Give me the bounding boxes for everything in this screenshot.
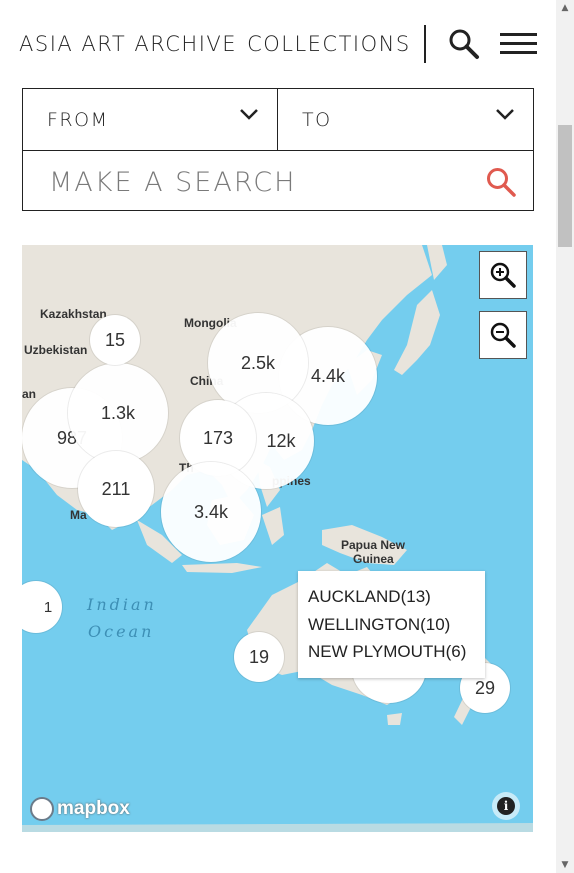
brand-logo[interactable]: ASIA ART ARCHIVE COLLECTIONS — [19, 32, 411, 56]
search-icon[interactable] — [448, 28, 480, 60]
cluster-count: 211 — [101, 478, 131, 499]
scroll-down-arrow-icon[interactable]: ▼ — [560, 860, 570, 870]
brand-secondary: COLLECTIONS — [247, 32, 411, 56]
cluster-count: 29 — [474, 677, 496, 698]
site-header: ASIA ART ARCHIVE COLLECTIONS — [0, 0, 556, 88]
cluster-count: 2.5k — [240, 352, 276, 373]
zoom-in-icon — [490, 262, 516, 288]
from-label: FROM — [47, 109, 109, 131]
zoom-out-button[interactable] — [479, 311, 527, 359]
hamburger-menu-icon[interactable] — [500, 33, 537, 55]
chevron-down-icon — [240, 109, 258, 120]
cluster-marker[interactable]: 19 — [234, 632, 284, 682]
cluster-count: 15 — [104, 329, 126, 350]
popup-row[interactable]: AUCKLAND(13) — [308, 583, 475, 611]
brand-primary: ASIA ART ARCHIVE — [19, 32, 238, 56]
place-label: Uzbekistan — [24, 343, 88, 357]
collection-map[interactable]: Kazakhstan Mongolia Uzbekistan China Pap… — [22, 245, 533, 832]
cluster-count: 1 — [43, 598, 53, 616]
page-scrollbar[interactable]: ▲ ▼ — [556, 0, 574, 873]
scrollbar-thumb[interactable] — [558, 125, 572, 247]
mapbox-logo-icon — [30, 797, 54, 821]
cluster-count: 19 — [248, 646, 270, 667]
place-label: Papua New — [341, 538, 406, 552]
zoom-in-button[interactable] — [479, 251, 527, 299]
zoom-out-icon — [490, 322, 516, 348]
to-label: TO — [302, 109, 332, 131]
cluster-count: 4.4k — [310, 365, 346, 386]
cluster-count: 1.3k — [100, 402, 136, 423]
place-label: Kazakhstan — [40, 307, 107, 321]
chevron-down-icon — [496, 109, 514, 120]
ocean-label: Ocean — [88, 622, 155, 641]
cluster-count: 173 — [202, 427, 234, 448]
info-icon[interactable]: i — [492, 792, 520, 820]
search-bar — [23, 150, 533, 210]
cluster-count: 12k — [266, 430, 296, 451]
to-select[interactable]: TO — [278, 89, 533, 150]
search-input[interactable] — [47, 159, 471, 205]
mapbox-logo[interactable]: mapbox — [30, 796, 130, 822]
cluster-count: 3.4k — [193, 501, 229, 522]
ocean-label: Indian — [87, 595, 157, 614]
cluster-marker[interactable]: 1.3k — [68, 363, 168, 463]
mapbox-wordmark: mapbox — [57, 798, 130, 819]
header-divider — [424, 25, 426, 63]
place-label: Guinea — [353, 552, 394, 566]
popup-row[interactable]: WELLINGTON(10) — [308, 611, 475, 639]
place-label: an — [22, 387, 37, 401]
scroll-up-arrow-icon[interactable]: ▲ — [560, 3, 570, 13]
search-filters: FROM TO — [22, 88, 534, 211]
popup-row[interactable]: NEW PLYMOUTH(6) — [308, 638, 475, 666]
cluster-marker[interactable]: 3.4k — [161, 462, 261, 562]
cluster-popup: AUCKLAND(13) WELLINGTON(10) NEW PLYMOUTH… — [298, 571, 485, 678]
search-submit-icon[interactable] — [485, 166, 517, 198]
cluster-marker[interactable]: 211 — [78, 451, 154, 527]
from-select[interactable]: FROM — [23, 89, 278, 150]
cluster-marker[interactable]: 15 — [90, 315, 140, 365]
